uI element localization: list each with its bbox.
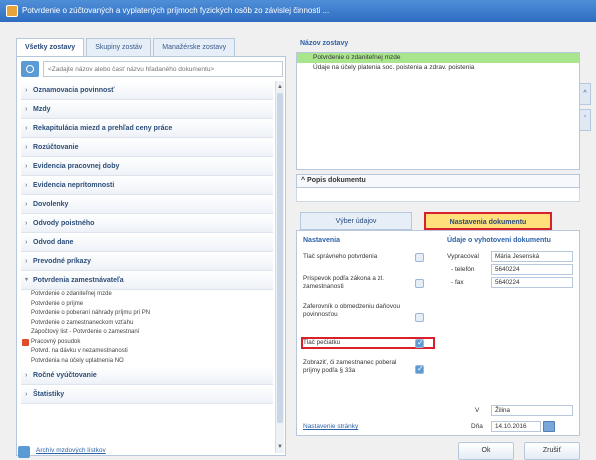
calendar-icon[interactable] — [543, 421, 555, 432]
option-label: Príspevok podľa zákona a zl. zamestnanos… — [303, 275, 384, 290]
phone-field[interactable]: 5640224 — [491, 264, 573, 275]
template-item[interactable]: Údaje na účely platenia soc. poistenia a… — [297, 63, 579, 73]
search-icon[interactable] — [21, 61, 39, 77]
search-row — [21, 61, 283, 77]
category-statistics[interactable]: Štatistiky — [21, 385, 273, 404]
tab-all-reports[interactable]: Všetky zostavy — [16, 38, 85, 56]
category-insurance[interactable]: Odvody poistného — [21, 214, 273, 233]
option-checkbox[interactable] — [415, 313, 424, 322]
list-item[interactable]: Potvrdenie o zdaniteľnej mzde — [21, 290, 273, 300]
templates-label: Názov zostavy — [300, 40, 349, 47]
category-employer-confirmations[interactable]: Potvrdenia zamestnávateľa — [21, 271, 273, 290]
option-label: Zobraziť, či zamestnanec poberal príjmy … — [303, 359, 397, 374]
search-input[interactable] — [43, 61, 283, 77]
settings-panel: Nastavenia Tlač správneho potvrdenia Prí… — [296, 230, 580, 436]
place-label: V — [475, 407, 480, 414]
phone-label: - telefón — [451, 266, 475, 273]
template-item[interactable]: Potvrdenie o zdaniteľnej mzde — [297, 53, 579, 63]
category-notification[interactable]: Oznamovacia povinnosť — [21, 81, 273, 100]
prepared-label: Vypracoval — [447, 253, 479, 260]
option-checkbox[interactable] — [415, 279, 424, 288]
cancel-button[interactable]: Zrušiť — [524, 442, 580, 460]
description-header[interactable]: ^ Popis dokumentu — [296, 174, 580, 188]
dialog-body: Všetky zostavy Skupiny zostáv Manažérske… — [0, 22, 596, 460]
list-item[interactable]: Potvrdenia na účely uplatnenia NO — [21, 357, 273, 367]
list-item-label: Pracovný posudok — [31, 338, 81, 345]
category-wages[interactable]: Mzdy — [21, 100, 273, 119]
page-settings-link[interactable]: Nastavenie stránky — [303, 423, 358, 430]
report-icon — [22, 338, 29, 346]
tab-report-groups[interactable]: Skupiny zostáv — [86, 38, 152, 56]
archive-icon — [18, 446, 30, 458]
list-item[interactable]: Potvrd. na dávku v nezamestnanosti — [21, 347, 273, 357]
category-allocation[interactable]: Rozúčtovanie — [21, 138, 273, 157]
place-field[interactable]: Žilina — [491, 405, 573, 416]
category-absence[interactable]: Evidencia neprítomnosti — [21, 176, 273, 195]
window-titlebar: Potvrdenie o zúčtovaných a vyplatených p… — [0, 0, 596, 22]
category-tax[interactable]: Odvod dane — [21, 233, 273, 252]
date-label: Dňa — [471, 423, 483, 430]
list-item[interactable]: Zápočtový list - Potvrdenie o zamestnaní — [21, 328, 273, 338]
scroll-down-icon[interactable]: ▼ — [277, 443, 283, 451]
list-item[interactable]: Potvrdenie o zamestnaneckom vzťahu — [21, 319, 273, 329]
tab-management-reports[interactable]: Manažérske zostavy — [153, 38, 236, 56]
prepared-field[interactable]: Mária Jesenská — [491, 251, 573, 262]
option-checkbox[interactable] — [415, 364, 424, 374]
template-nav: ^ ˇ — [579, 83, 593, 133]
window-title: Potvrdenie o zúčtovaných a vyplatených p… — [22, 6, 330, 15]
list-item[interactable]: Potvrdenie o príjme — [21, 300, 273, 310]
issuer-title: Údaje o vyhotovení dokumentu — [447, 237, 551, 244]
category-attendance[interactable]: Evidencia pracovnej doby — [21, 157, 273, 176]
option-checkbox[interactable] — [415, 253, 424, 262]
ok-button[interactable]: Ok — [458, 442, 514, 460]
list-item[interactable]: Potvrdenie o poberaní náhrady príjmu pri… — [21, 309, 273, 319]
fax-field[interactable]: 5640224 — [491, 277, 573, 288]
report-tree: Oznamovacia povinnosť Mzdy Rekapitulácia… — [21, 81, 273, 453]
category-holidays[interactable]: Dovolenky — [21, 195, 273, 214]
report-tree-panel: Oznamovacia povinnosť Mzdy Rekapitulácia… — [16, 56, 286, 456]
chevron-up-icon[interactable]: ^ — [579, 83, 591, 105]
tree-scrollbar[interactable]: ▲ ▼ — [275, 81, 284, 453]
description-box — [296, 188, 580, 202]
stamp-checkbox[interactable] — [415, 338, 424, 348]
list-item-work-reference[interactable]: Pracovný posudok — [21, 338, 273, 348]
scroll-up-icon[interactable]: ▲ — [277, 83, 283, 91]
archive-link[interactable]: Archív mzdových lístkov — [36, 447, 106, 454]
option-label: Tlač správneho potvrdenia — [303, 253, 378, 260]
scroll-thumb[interactable] — [277, 93, 283, 423]
templates-list: Potvrdenie o zdaniteľnej mzde Údaje na ú… — [296, 52, 591, 170]
chevron-down-icon[interactable]: ˇ — [579, 109, 591, 131]
app-icon — [6, 5, 18, 17]
fax-label: - fax — [451, 279, 464, 286]
category-recap[interactable]: Rekapitulácia miezd a prehľad ceny práce — [21, 119, 273, 138]
tab-document-settings[interactable]: Nastavenia dokumentu — [424, 212, 552, 230]
date-field[interactable]: 14.10.2016 — [491, 421, 541, 432]
tab-data-selection[interactable]: Výber údajov — [300, 212, 412, 230]
left-tabs: Všetky zostavy Skupiny zostáv Manažérske… — [16, 38, 237, 56]
category-payment-orders[interactable]: Prevodné príkazy — [21, 252, 273, 271]
description-label: Popis dokumentu — [307, 177, 366, 184]
option-label: Zaferovník o obmedzeniu daňovou povinnos… — [303, 303, 400, 318]
settings-title: Nastavenia — [303, 237, 340, 244]
category-annual-settlement[interactable]: Ročné vyúčtovanie — [21, 366, 273, 385]
option-label: Tlač pečiatku — [303, 339, 341, 346]
